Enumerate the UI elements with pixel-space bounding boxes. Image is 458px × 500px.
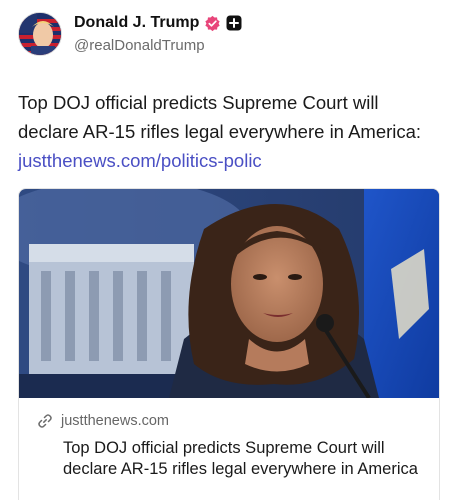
avatar[interactable] <box>18 12 62 56</box>
card-title[interactable]: Top DOJ official predicts Supreme Court … <box>63 438 433 480</box>
author-handle[interactable]: @realDonaldTrump <box>74 37 205 54</box>
verified-badge-icon <box>205 15 220 31</box>
post-body: Top DOJ official predicts Supreme Court … <box>18 92 422 142</box>
news-photo[interactable] <box>19 189 440 398</box>
plus-square-icon[interactable] <box>226 15 242 31</box>
flag-portrait-icon <box>19 13 61 55</box>
link-preview-card[interactable]: justthenews.com Top DOJ official predict… <box>18 188 440 500</box>
post-link[interactable]: justthenews.com/politics-polic <box>18 150 262 171</box>
post-text: Top DOJ official predicts Supreme Court … <box>18 88 438 175</box>
card-domain: justthenews.com <box>61 413 169 429</box>
link-icon <box>38 414 52 428</box>
post-header: Donald J. Trump @realDonaldTrump <box>18 12 438 60</box>
display-name[interactable]: Donald J. Trump <box>74 14 199 32</box>
